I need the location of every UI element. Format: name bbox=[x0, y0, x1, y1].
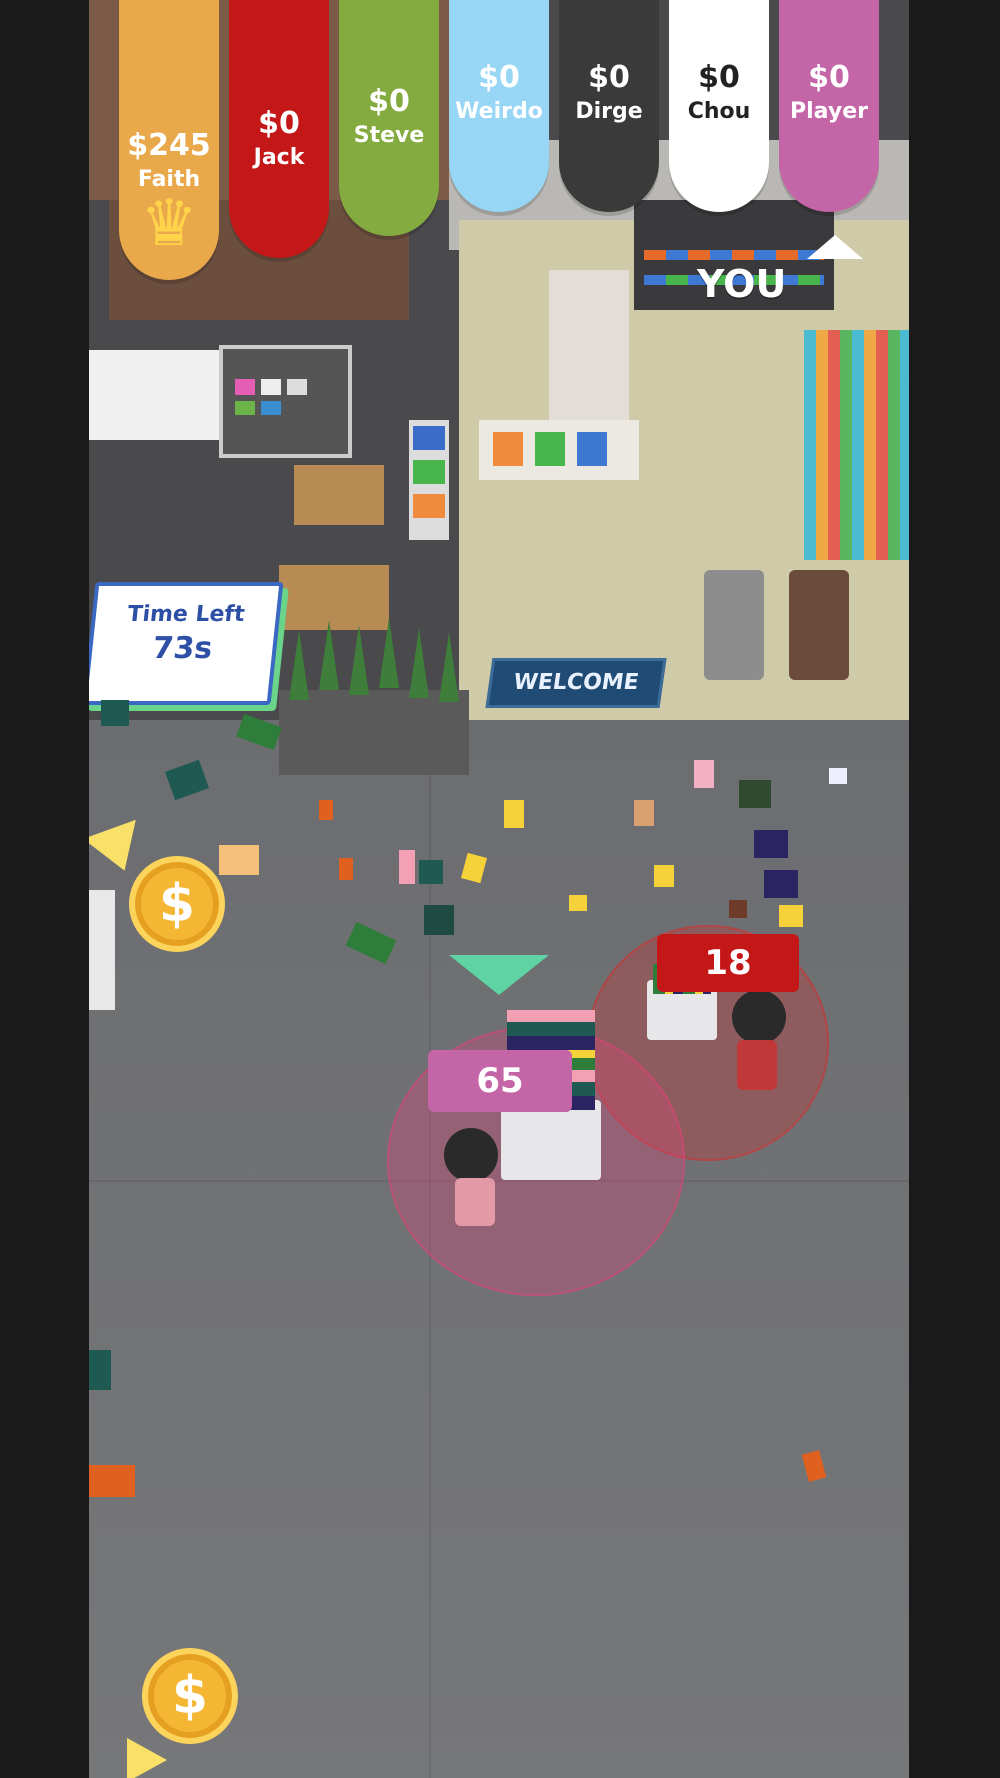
jack-money: $0 bbox=[258, 106, 300, 141]
scoreboard-chou: $0 Chou bbox=[669, 0, 769, 212]
dirge-money: $0 bbox=[588, 60, 630, 95]
item-plush bbox=[694, 760, 714, 788]
weirdo-money: $0 bbox=[478, 60, 520, 95]
player-marker-icon bbox=[449, 955, 549, 995]
item-toy bbox=[504, 800, 524, 828]
time-left-label: Time Left bbox=[126, 602, 246, 627]
item-box bbox=[739, 780, 771, 808]
scoreboard-faith: $245 Faith ♛ bbox=[119, 0, 219, 280]
player-item-count: 65 bbox=[428, 1050, 572, 1112]
weirdo-name: Weirdo bbox=[455, 99, 543, 124]
scoreboard-steve: $0 Steve bbox=[339, 0, 439, 236]
book-stack bbox=[409, 420, 449, 540]
player-character bbox=[444, 1128, 498, 1182]
chou-name: Chou bbox=[687, 99, 751, 124]
item-box bbox=[424, 905, 454, 935]
table bbox=[294, 465, 384, 525]
player-cart bbox=[501, 1010, 601, 1180]
coin-pointer-icon bbox=[127, 1738, 167, 1778]
item-toy bbox=[569, 895, 587, 911]
scoreboard-dirge: $0 Dirge bbox=[559, 0, 659, 212]
kiosk-edge bbox=[89, 890, 115, 1010]
item-cup bbox=[319, 800, 333, 820]
rival-character bbox=[732, 990, 786, 1044]
player-name: Player bbox=[790, 99, 868, 124]
rival-body bbox=[737, 1040, 777, 1090]
item-drink bbox=[829, 768, 847, 784]
item-box bbox=[89, 1350, 111, 1390]
clothes-rack bbox=[804, 330, 909, 560]
jack-name: Jack bbox=[253, 145, 305, 170]
display-table bbox=[479, 420, 639, 480]
game-viewport[interactable]: WELCOME $245 Faith ♛ $0 Jack $0 Steve $0… bbox=[89, 0, 909, 1778]
item-box bbox=[764, 870, 798, 898]
steve-money: $0 bbox=[368, 84, 410, 119]
scoreboard-weirdo: $0 Weirdo bbox=[449, 0, 549, 212]
item-box bbox=[101, 700, 129, 726]
scoreboard-player: $0 Player bbox=[779, 0, 879, 212]
item-drink bbox=[634, 800, 654, 826]
item-toy bbox=[779, 905, 803, 927]
time-left-card: Time Left 73s bbox=[89, 582, 284, 705]
item-box bbox=[419, 860, 443, 884]
item-cup bbox=[339, 858, 353, 880]
mannequin bbox=[704, 570, 764, 680]
item-plush bbox=[399, 850, 415, 884]
welcome-mat: WELCOME bbox=[485, 658, 667, 708]
dirge-name: Dirge bbox=[575, 99, 643, 124]
item-plush bbox=[219, 845, 259, 875]
item-toy bbox=[654, 865, 674, 887]
you-label: YOU bbox=[697, 262, 787, 306]
coin-pickup[interactable]: $ bbox=[129, 856, 225, 952]
you-arrow-icon bbox=[807, 235, 863, 259]
item-box bbox=[89, 1465, 135, 1497]
time-left-value: 73s bbox=[150, 631, 215, 666]
steve-name: Steve bbox=[353, 123, 425, 148]
planter bbox=[279, 618, 469, 775]
chou-money: $0 bbox=[698, 60, 740, 95]
display-fridge bbox=[219, 345, 352, 458]
player-body bbox=[455, 1178, 495, 1226]
scoreboard-jack: $0 Jack bbox=[229, 0, 329, 258]
coin-pickup[interactable]: $ bbox=[142, 1648, 238, 1744]
item-box bbox=[729, 900, 747, 918]
crown-icon: ♛ bbox=[140, 187, 198, 261]
rival-item-count: 18 bbox=[657, 934, 799, 992]
mannequin bbox=[789, 570, 849, 680]
item-box bbox=[754, 830, 788, 858]
player-money: $0 bbox=[808, 60, 850, 95]
faith-money: $245 bbox=[127, 128, 211, 163]
food-counter bbox=[89, 350, 219, 440]
